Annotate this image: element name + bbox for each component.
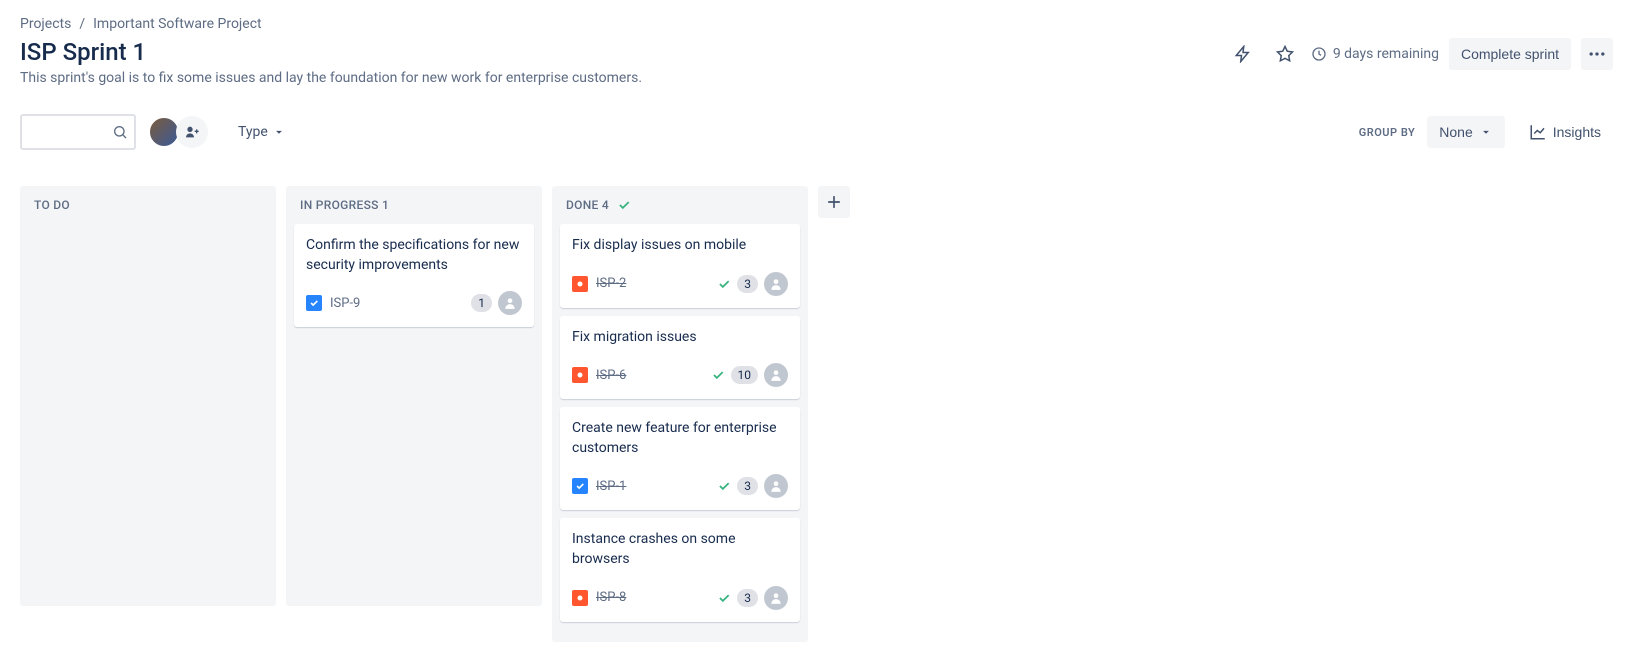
groupby-value: None: [1439, 124, 1472, 140]
breadcrumb-projects[interactable]: Projects: [20, 16, 71, 32]
insights-icon: [1529, 123, 1547, 141]
issue-key: ISP-6: [596, 368, 626, 383]
assignee-avatar[interactable]: [764, 272, 788, 296]
star-icon[interactable]: [1269, 38, 1301, 70]
issue-card[interactable]: Create new feature for enterprise custom…: [560, 407, 800, 510]
estimate-badge: 3: [737, 589, 758, 607]
column-header: IN PROGRESS 1: [294, 198, 534, 224]
card-title: Fix display issues on mobile: [572, 236, 788, 256]
search-input-wrapper: [20, 114, 136, 150]
task-icon: [572, 478, 588, 494]
column-header: DONE 4: [560, 198, 800, 224]
issue-card[interactable]: Instance crashes on some browsers ISP-8 3: [560, 518, 800, 621]
estimate-badge: 3: [737, 275, 758, 293]
issue-key: ISP-8: [596, 590, 626, 605]
automation-icon[interactable]: [1227, 38, 1259, 70]
card-title: Create new feature for enterprise custom…: [572, 419, 788, 458]
bug-icon: [572, 367, 588, 383]
breadcrumb: Projects / Important Software Project: [20, 16, 1613, 32]
estimate-badge: 10: [731, 366, 759, 384]
type-filter[interactable]: Type: [230, 118, 294, 146]
done-check-icon: [617, 198, 631, 212]
chevron-down-icon: [272, 125, 286, 139]
insights-label: Insights: [1553, 124, 1601, 140]
sprint-title: ISP Sprint 1: [20, 38, 642, 66]
estimate-badge: 3: [737, 477, 758, 495]
days-remaining-label: 9 days remaining: [1333, 46, 1439, 62]
done-check-icon: [717, 479, 731, 493]
assignee-avatar[interactable]: [764, 474, 788, 498]
issue-key: ISP-1: [596, 479, 626, 494]
column-todo: TO DO: [20, 186, 276, 606]
assignee-avatar[interactable]: [764, 586, 788, 610]
column-done: DONE 4 Fix display issues on mobile ISP-2 3…: [552, 186, 808, 642]
bug-icon: [572, 276, 588, 292]
add-column-button[interactable]: [818, 186, 850, 218]
estimate-badge: 1: [471, 294, 492, 312]
board: TO DO IN PROGRESS 1 Confirm the specificat…: [20, 186, 1613, 642]
assignee-avatar[interactable]: [498, 291, 522, 315]
sprint-goal: This sprint's goal is to fix some issues…: [20, 70, 642, 86]
card-title: Instance crashes on some browsers: [572, 530, 788, 569]
groupby-select[interactable]: None: [1427, 116, 1504, 148]
add-people-button[interactable]: [176, 116, 208, 148]
column-name: DONE 4: [566, 198, 609, 212]
issue-card[interactable]: Fix migration issues ISP-6 10: [560, 316, 800, 400]
assignee-avatar[interactable]: [764, 363, 788, 387]
task-icon: [306, 295, 322, 311]
column-name: IN PROGRESS 1: [300, 198, 389, 212]
issue-key: ISP-9: [330, 296, 360, 311]
issue-key: ISP-2: [596, 276, 626, 291]
chevron-down-icon: [1479, 125, 1493, 139]
type-filter-label: Type: [238, 124, 268, 140]
card-title: Fix migration issues: [572, 328, 788, 348]
avatar-stack: [148, 116, 208, 148]
search-icon: [112, 124, 128, 140]
done-check-icon: [717, 277, 731, 291]
complete-sprint-button[interactable]: Complete sprint: [1449, 38, 1571, 70]
column-inprogress: IN PROGRESS 1 Confirm the specifications …: [286, 186, 542, 606]
done-check-icon: [711, 368, 725, 382]
issue-card[interactable]: Confirm the specifications for new secur…: [294, 224, 534, 327]
card-title: Confirm the specifications for new secur…: [306, 236, 522, 275]
done-check-icon: [717, 591, 731, 605]
breadcrumb-project[interactable]: Important Software Project: [93, 16, 262, 32]
bug-icon: [572, 590, 588, 606]
column-header: TO DO: [28, 198, 268, 224]
breadcrumb-separator: /: [79, 16, 85, 32]
clock-icon: [1311, 46, 1327, 62]
days-remaining: 9 days remaining: [1311, 46, 1439, 62]
insights-button[interactable]: Insights: [1517, 115, 1613, 149]
issue-card[interactable]: Fix display issues on mobile ISP-2 3: [560, 224, 800, 308]
groupby-label: GROUP BY: [1359, 126, 1416, 139]
column-name: TO DO: [34, 198, 70, 212]
more-menu-icon[interactable]: [1581, 38, 1613, 70]
